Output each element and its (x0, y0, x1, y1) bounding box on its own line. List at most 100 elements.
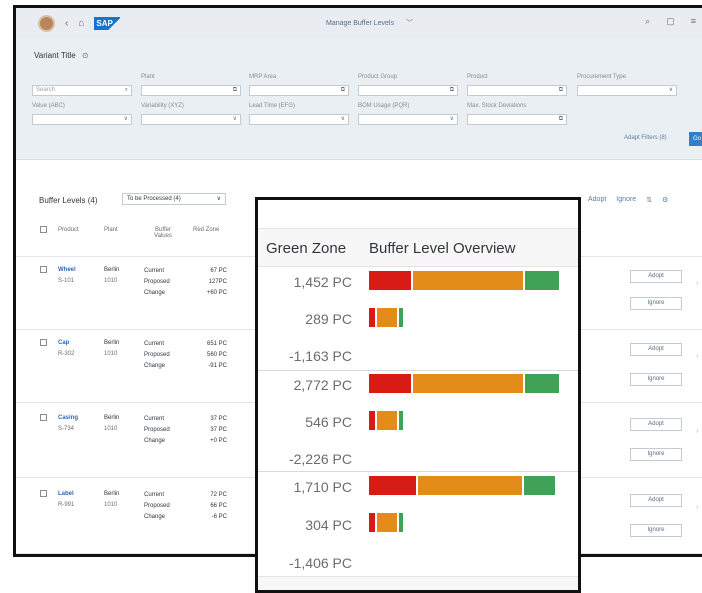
filter-bar: Variant Title ⊙ Plant MRP Area Product G… (16, 38, 702, 160)
product-id: S-101 (58, 278, 75, 284)
navigation-arrow-icon[interactable]: › (696, 504, 698, 511)
filter-label-lead-time-efg: Lead Time (EFG) (249, 103, 296, 109)
back-icon[interactable]: ‹ (65, 18, 68, 29)
search-icon[interactable]: ⌕ (645, 16, 650, 27)
plant-code: 1010 (104, 351, 118, 357)
sort-icon[interactable]: ⇅ (646, 196, 652, 204)
status-select[interactable]: To be Processed (4) ∨ (122, 193, 226, 205)
chevron-down-icon[interactable]: ∨ (124, 115, 128, 124)
group-divider (258, 471, 578, 472)
filter-label-mrp-area: MRP Area (249, 74, 277, 80)
sap-logo[interactable]: SAP (94, 16, 121, 30)
adopt-button[interactable]: Adopt (630, 418, 682, 431)
user-avatar-icon[interactable] (38, 14, 55, 32)
notification-icon[interactable]: ▢ (666, 16, 675, 27)
status-select-value: To be Processed (4) (127, 196, 181, 202)
search-icon[interactable]: ⌕ (125, 86, 128, 95)
adopt-button[interactable]: Adopt (630, 270, 682, 283)
green-zone-segment (525, 374, 559, 393)
row-checkbox[interactable] (40, 339, 47, 346)
yellow-zone-segment (413, 374, 523, 393)
product-link[interactable]: Wheel (58, 267, 76, 273)
value-help-icon[interactable]: ⧉ (559, 115, 563, 124)
ignore-button[interactable]: Ignore (630, 448, 682, 461)
yellow-zone-segment (377, 411, 397, 430)
row-checkbox[interactable] (40, 414, 47, 421)
chevron-down-icon[interactable]: ∨ (233, 115, 237, 124)
select-all-checkbox[interactable] (40, 226, 47, 233)
app-title[interactable]: Manage Buffer Levels ﹀ (326, 18, 413, 28)
adapt-filters-link[interactable]: Adapt Filters (8) (624, 135, 667, 141)
lead-time-efg-select[interactable]: ∨ (249, 114, 349, 125)
product-link[interactable]: Label (58, 491, 74, 497)
green-zone-current: 2,772 PC (293, 377, 352, 393)
label-change: Change (144, 363, 166, 369)
row-checkbox[interactable] (40, 266, 47, 273)
navigation-arrow-icon[interactable]: › (696, 353, 698, 360)
value-help-icon[interactable]: ⧉ (450, 86, 454, 95)
product-link[interactable]: Cap (58, 340, 69, 346)
group-divider (258, 370, 578, 371)
ignore-action[interactable]: Ignore (616, 196, 636, 204)
menu-icon[interactable]: ≡ (691, 16, 696, 27)
red-zone-segment (369, 476, 416, 495)
bom-usage-pqr-select[interactable]: ∨ (358, 114, 458, 125)
variability-xyz-select[interactable]: ∨ (141, 114, 241, 125)
product-group-input[interactable]: ⧉ (358, 85, 458, 96)
plant-code: 1010 (104, 426, 118, 432)
adopt-button[interactable]: Adopt (630, 343, 682, 356)
green-zone-proposed: 304 PC (305, 517, 352, 533)
chevron-down-icon[interactable]: ∨ (669, 86, 673, 95)
filter-label-product: Product (467, 74, 488, 80)
label-proposed: Proposed (144, 427, 170, 433)
green-zone-segment (524, 476, 555, 495)
chevron-down-icon: ∨ (216, 196, 221, 202)
go-button[interactable]: Go (689, 132, 702, 146)
search-input[interactable]: Search ⌕ (32, 85, 132, 96)
yellow-zone-segment (413, 271, 523, 290)
label-current: Current (144, 492, 165, 498)
chevron-down-icon[interactable]: ∨ (341, 115, 345, 124)
value-help-icon[interactable]: ⧉ (559, 86, 563, 95)
search-placeholder: Search (36, 87, 56, 93)
chevron-down-icon: ⊙ (81, 51, 89, 60)
buffer-bar-proposed (369, 513, 403, 532)
home-icon[interactable]: ⌂ (78, 18, 84, 29)
plant-name: Berlin (104, 267, 120, 273)
red-zone-current: 37 PC (210, 416, 227, 422)
plant-input[interactable]: ⧉ (141, 85, 241, 96)
procurement-type-select[interactable]: ∨ (577, 85, 677, 96)
product-link[interactable]: Casing (58, 415, 78, 421)
filter-label-plant: Plant (141, 74, 155, 80)
adopt-action[interactable]: Adopt (588, 196, 606, 204)
mrp-area-input[interactable]: ⧉ (249, 85, 349, 96)
header-buffer-level-overview: Buffer Level Overview (369, 240, 516, 257)
header-plant: Plant (104, 227, 118, 233)
row-checkbox[interactable] (40, 490, 47, 497)
label-current: Current (144, 416, 165, 422)
max-stock-deviations-input[interactable]: ⧉ (467, 114, 567, 125)
product-input[interactable]: ⧉ (467, 85, 567, 96)
app-title-text: Manage Buffer Levels (326, 20, 394, 27)
plant-name: Berlin (104, 340, 120, 346)
value-help-icon[interactable]: ⧉ (233, 86, 237, 95)
adopt-button[interactable]: Adopt (630, 494, 682, 507)
navigation-arrow-icon[interactable]: › (696, 280, 698, 287)
value-help-icon[interactable]: ⧉ (341, 86, 345, 95)
red-zone-change: -6 PC (211, 514, 227, 520)
settings-icon[interactable]: ⚙ (662, 196, 668, 204)
product-id: S-734 (58, 426, 75, 432)
variant-selector[interactable]: Variant Title ⊙ (34, 51, 89, 60)
navigation-arrow-icon[interactable]: › (696, 428, 698, 435)
ignore-button[interactable]: Ignore (630, 297, 682, 310)
ignore-button[interactable]: Ignore (630, 524, 682, 537)
zoom-header: Green Zone Buffer Level Overview (258, 228, 578, 267)
buffer-bar-current (369, 374, 559, 393)
value-abc-select[interactable]: ∨ (32, 114, 132, 125)
red-zone-segment (369, 271, 411, 290)
ignore-button[interactable]: Ignore (630, 373, 682, 386)
table-title: Buffer Levels (4) (39, 196, 98, 205)
yellow-zone-segment (377, 513, 397, 532)
green-zone-proposed: 546 PC (305, 414, 352, 430)
chevron-down-icon[interactable]: ∨ (450, 115, 454, 124)
